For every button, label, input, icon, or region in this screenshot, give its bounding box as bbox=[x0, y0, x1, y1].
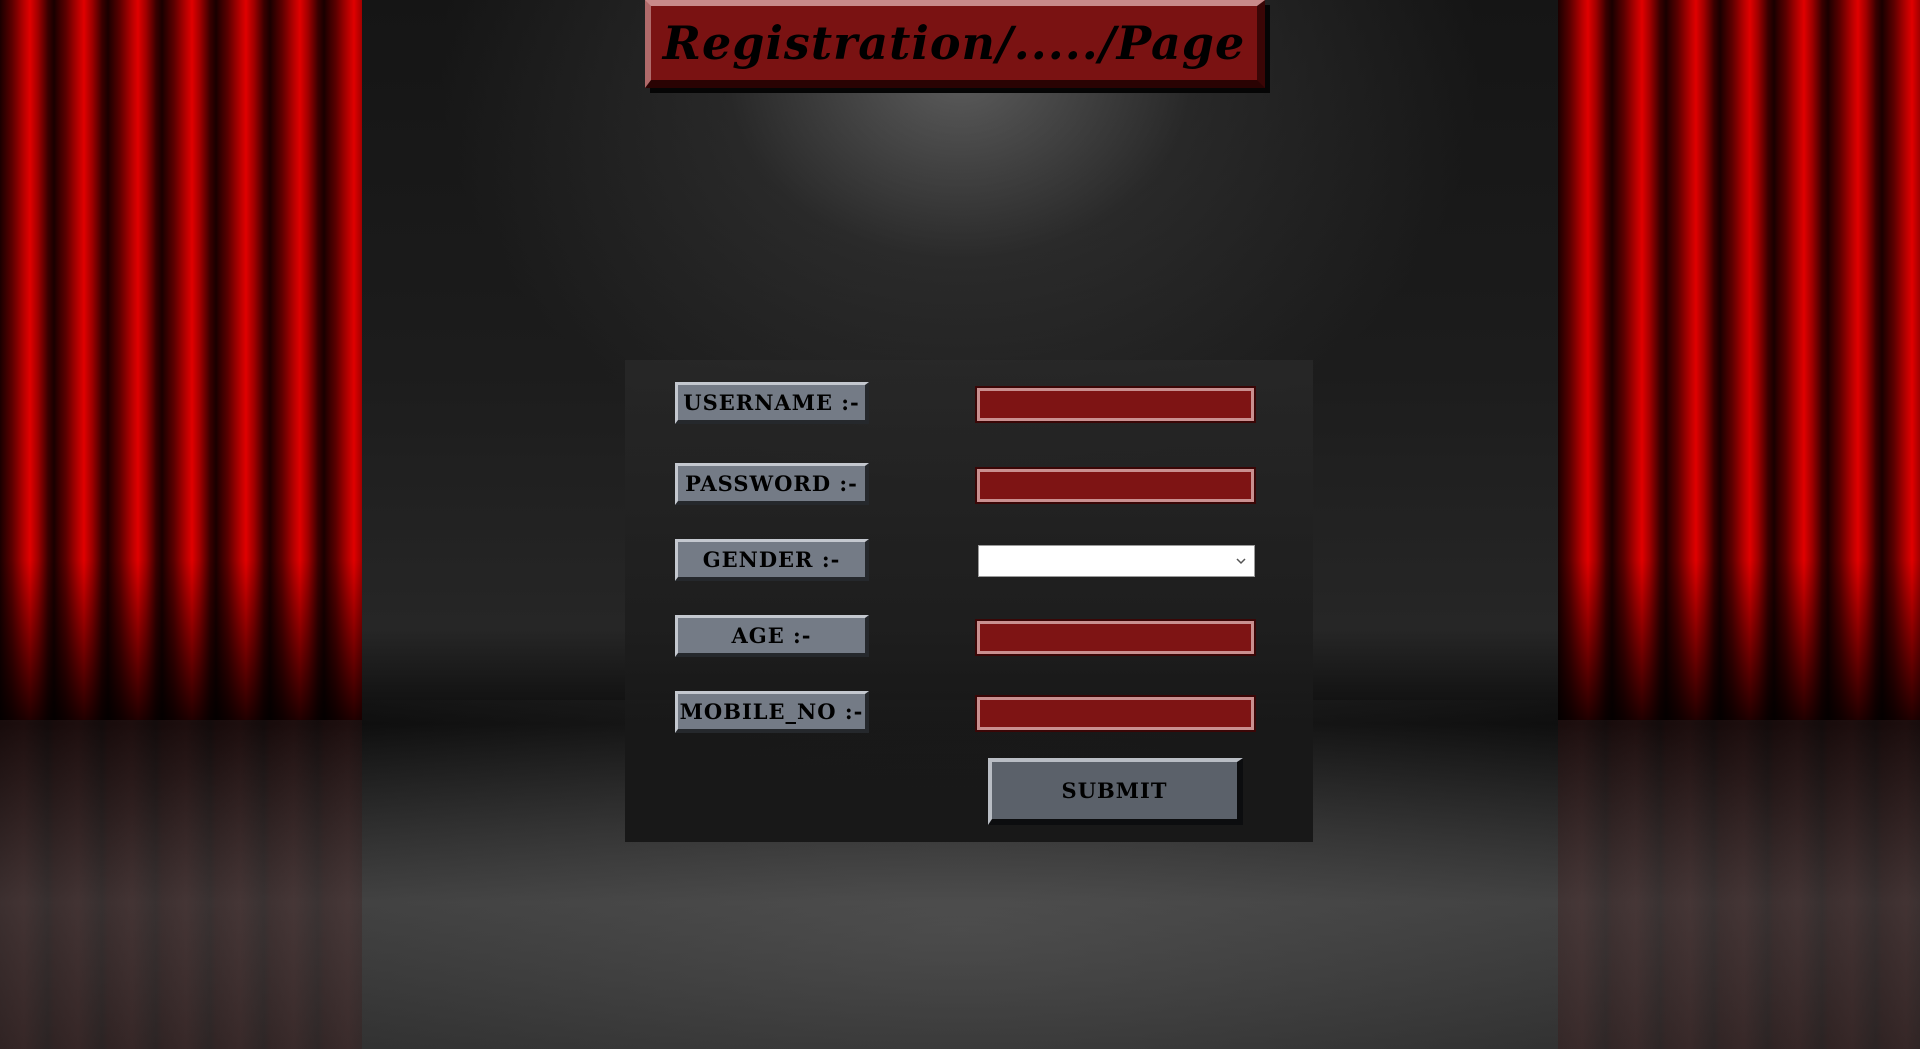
password-input[interactable] bbox=[975, 467, 1256, 504]
username-label: USERNAME :- bbox=[675, 382, 869, 424]
page-title-banner: Registration/...../Page bbox=[645, 0, 1265, 88]
left-curtain-reflection bbox=[0, 720, 362, 1049]
mobile-no-label: MOBILE_NO :- bbox=[675, 691, 869, 733]
right-curtain bbox=[1558, 0, 1920, 720]
age-label: AGE :- bbox=[675, 615, 869, 657]
gender-select[interactable] bbox=[978, 545, 1255, 577]
stage-background: Registration/...../Page USERNAME :- PASS… bbox=[0, 0, 1920, 1049]
username-input[interactable] bbox=[975, 386, 1256, 423]
mobile-no-input[interactable] bbox=[975, 695, 1256, 732]
submit-button[interactable]: SUBMIT bbox=[988, 758, 1243, 825]
gender-label: GENDER :- bbox=[675, 539, 869, 581]
left-curtain bbox=[0, 0, 362, 720]
password-label: PASSWORD :- bbox=[675, 463, 869, 505]
right-curtain-reflection bbox=[1558, 720, 1920, 1049]
chevron-down-icon bbox=[1234, 554, 1248, 568]
age-input[interactable] bbox=[975, 619, 1256, 656]
page-title: Registration/...../Page bbox=[662, 16, 1246, 70]
